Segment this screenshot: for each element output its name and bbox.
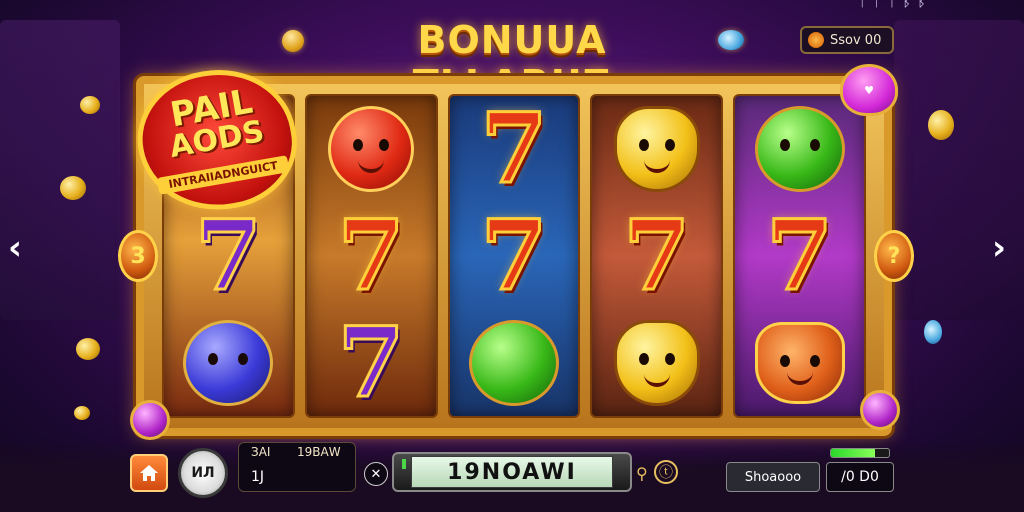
reel-cell: [592, 309, 721, 416]
spin-display-text: 19NOAWI: [411, 456, 613, 488]
eye: [779, 139, 790, 152]
yellow-face-symbol: [613, 319, 700, 406]
coin-icon: [74, 406, 90, 420]
reel-cell: [735, 309, 864, 416]
info-button[interactable]: ИЛ: [178, 448, 228, 498]
eye: [809, 354, 820, 367]
yellow-bell-symbol: [613, 106, 700, 193]
reel-cell: 7: [592, 203, 721, 310]
eye: [664, 139, 675, 152]
reel-cell: 7: [307, 203, 436, 310]
coin-icon: [808, 32, 824, 48]
green-hat-symbol: [754, 106, 845, 193]
coin-icon: [80, 96, 100, 114]
reel-4: 7: [590, 94, 724, 418]
background-window-right: [894, 20, 1024, 320]
close-button[interactable]: ✕: [364, 462, 388, 486]
gem-icon: [860, 390, 900, 430]
autoplay-icon[interactable]: ⚲: [636, 464, 648, 483]
bet-label: ЗАI: [251, 445, 271, 459]
seven-symbol: 7: [336, 198, 406, 312]
gem-icon: [718, 30, 744, 50]
seven-symbol: 7: [194, 198, 264, 312]
coin-icon: [278, 26, 308, 56]
coin-icon: [76, 338, 100, 360]
showdown-button[interactable]: Shoaooo: [726, 462, 820, 492]
eye: [238, 352, 249, 365]
blue-orb-symbol: [183, 319, 274, 406]
mouth: [643, 159, 670, 174]
eye: [353, 139, 364, 152]
eye: [664, 352, 675, 365]
side-ornament-right: ?: [874, 230, 914, 282]
side-ornament-left: 3: [118, 230, 158, 282]
reel-cell: 7: [307, 309, 436, 416]
seven-symbol: 7: [765, 198, 835, 312]
coin-icon: [928, 110, 954, 140]
balance-value: Ssov 00: [830, 32, 882, 48]
balance-display[interactable]: Ssov 00: [800, 26, 894, 54]
reel-cell: [735, 96, 864, 203]
gem-icon: [130, 400, 170, 440]
seven-symbol: 7: [622, 198, 692, 312]
seven-symbol: 7: [479, 198, 549, 312]
win-value-display: /0 D0: [826, 462, 894, 492]
eye: [208, 352, 219, 365]
reel-cell: [307, 96, 436, 203]
reel-cell: 7: [450, 96, 579, 203]
reel-cell: 7: [735, 203, 864, 310]
mouth: [358, 159, 385, 174]
top-status-text: ᛘ ᛚ ᛘ ᛒ ᛒ: [858, 0, 927, 10]
heart-icon[interactable]: ♥: [840, 64, 898, 116]
eye: [638, 139, 649, 152]
spin-display[interactable]: 19NOAWI: [392, 452, 632, 492]
reel-cell: [164, 309, 293, 416]
coin-icon: [60, 176, 86, 200]
spin-indicator: [402, 459, 406, 469]
reel-cell: 7: [164, 203, 293, 310]
gem-icon: [924, 320, 942, 344]
cat-symbol: [754, 321, 845, 404]
home-button[interactable]: [130, 454, 168, 492]
red-angry-symbol: [328, 106, 415, 193]
eye: [638, 352, 649, 365]
reel-2: 7 7: [304, 94, 438, 418]
green-orb-symbol: [468, 319, 559, 406]
reel-cell: [592, 96, 721, 203]
bet-panel[interactable]: ЗАI 19ВАW 1J: [238, 442, 356, 492]
turbo-icon[interactable]: ⓣ: [654, 460, 678, 484]
home-icon: [140, 465, 158, 481]
win-meter-fill: [831, 449, 875, 457]
background-window-left: [0, 20, 120, 320]
reel-cell: [450, 309, 579, 416]
reel-3: 7 7: [447, 94, 581, 418]
bet-label-secondary: 19ВАW: [297, 445, 341, 459]
bet-value: 1J: [251, 469, 265, 485]
reel-cell: 7: [450, 203, 579, 310]
mouth: [786, 371, 813, 385]
eye: [809, 139, 820, 152]
reel-5: 7: [733, 94, 866, 418]
eye: [379, 139, 390, 152]
mouth: [643, 373, 670, 387]
win-meter: [830, 448, 890, 458]
seven-symbol: 7: [336, 305, 406, 418]
seven-symbol: 7: [479, 94, 549, 206]
eye: [779, 354, 790, 367]
previous-arrow-button[interactable]: ‹: [8, 228, 22, 268]
next-arrow-button[interactable]: ›: [992, 228, 1006, 268]
